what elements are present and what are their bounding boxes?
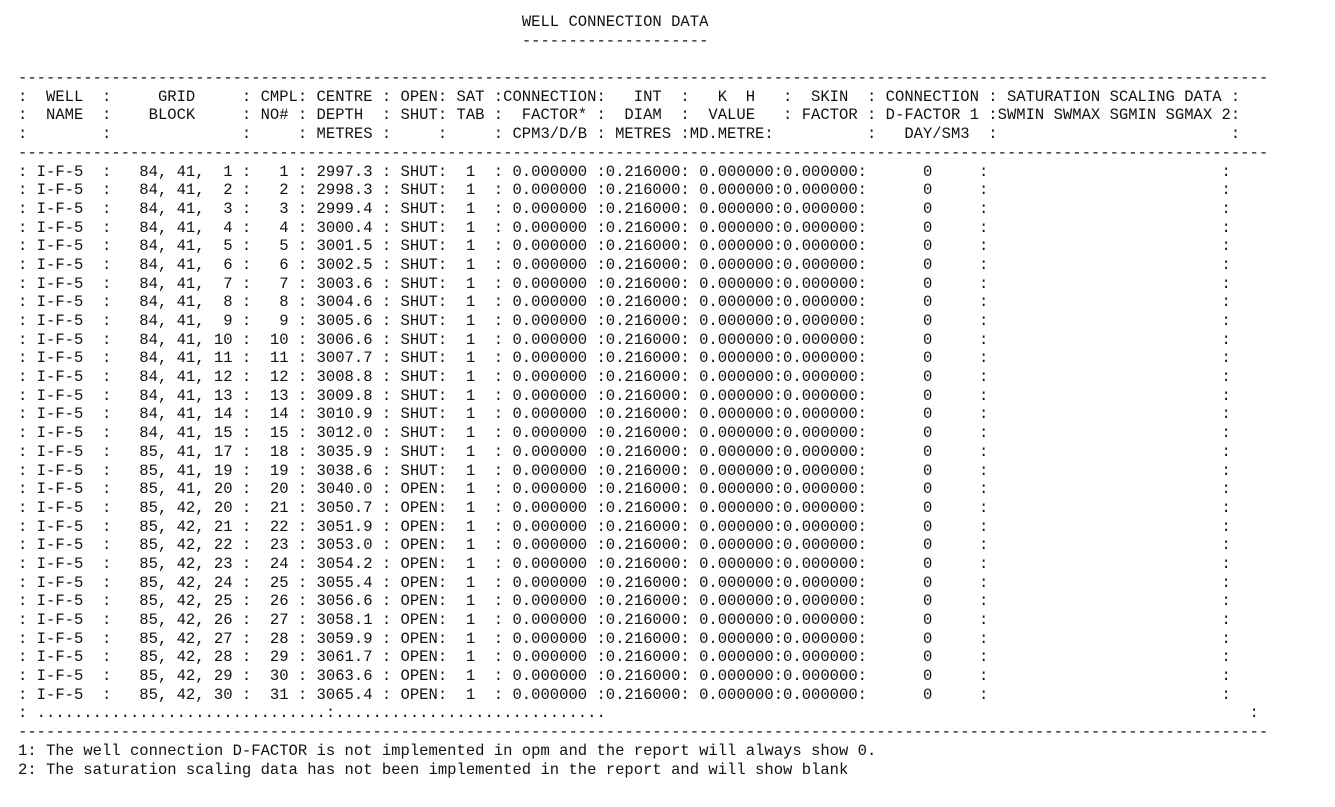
table-row: : I-F-5 : 85, 42, 21 : 22 : 3051.9 : OPE… (18, 517, 1231, 536)
table-row: : I-F-5 : 85, 41, 19 : 19 : 3038.6 : SHU… (18, 461, 1231, 480)
footnote-1: 1: The well connection D-FACTOR is not i… (18, 741, 877, 760)
table-row: : I-F-5 : 85, 42, 27 : 28 : 3059.9 : OPE… (18, 629, 1231, 648)
table-row: : I-F-5 : 84, 41, 6 : 6 : 3002.5 : SHUT:… (18, 255, 1231, 274)
table-row: : I-F-5 : 85, 42, 25 : 26 : 3056.6 : OPE… (18, 592, 1231, 611)
table-row: : I-F-5 : 84, 41, 8 : 8 : 3004.6 : SHUT:… (18, 293, 1231, 312)
table-row: : I-F-5 : 85, 42, 26 : 27 : 3058.1 : OPE… (18, 611, 1231, 629)
column-header-line-2: : NAME : BLOCK : NO# : DEPTH : SHUT: TAB… (18, 106, 1241, 125)
well-connection-report: WELL CONNECTION DATA -------------------… (18, 13, 1268, 779)
header-bottom-separator: ----------------------------------------… (18, 143, 1269, 162)
table-bottom-separator: ----------------------------------------… (18, 723, 1269, 742)
table-ellipsis-row: : ...............................:......… (18, 704, 1259, 723)
table-row: : I-F-5 : 85, 42, 22 : 23 : 3053.0 : OPE… (18, 536, 1231, 555)
table-row: : I-F-5 : 84, 41, 1 : 1 : 2997.3 : SHUT:… (18, 162, 1231, 181)
footnote-2: 2: The saturation scaling data has not b… (18, 760, 849, 779)
table-row: : I-F-5 : 85, 42, 23 : 24 : 3054.2 : OPE… (18, 554, 1231, 573)
table-row: : I-F-5 : 85, 42, 24 : 25 : 3055.4 : OPE… (18, 573, 1231, 592)
table-row: : I-F-5 : 85, 42, 20 : 21 : 3050.7 : OPE… (18, 498, 1231, 517)
table-row: : I-F-5 : 84, 41, 3 : 3 : 2999.4 : SHUT:… (18, 199, 1231, 218)
report-title-underline: -------------------- (521, 31, 709, 50)
table-row: : I-F-5 : 84, 41, 15 : 15 : 3012.0 : SHU… (18, 424, 1231, 443)
table-row: : I-F-5 : 84, 41, 11 : 11 : 3007.7 : SHU… (18, 349, 1231, 368)
column-header-line-1: : WELL : GRID : CMPL: CENTRE : OPEN: SAT… (18, 87, 1241, 106)
table-row: : I-F-5 : 84, 41, 9 : 9 : 3005.6 : SHUT:… (18, 312, 1231, 330)
table-row: : I-F-5 : 85, 41, 20 : 20 : 3040.0 : OPE… (18, 480, 1231, 499)
table-row: : I-F-5 : 85, 42, 28 : 29 : 3061.7 : OPE… (18, 648, 1231, 667)
column-header-line-3: : : : : METRES : : : CPM3/D/B : METRES :… (18, 125, 1241, 144)
report-title-underline-line: -------------------- (18, 32, 1268, 51)
table-row: : I-F-5 : 84, 41, 10 : 10 : 3006.6 : SHU… (18, 330, 1231, 349)
report-title-line: WELL CONNECTION DATA (18, 13, 1268, 32)
table-row: : I-F-5 : 84, 41, 12 : 12 : 3008.8 : SHU… (18, 368, 1231, 387)
table-row: : I-F-5 : 85, 42, 30 : 31 : 3065.4 : OPE… (18, 685, 1231, 704)
header-top-separator: ----------------------------------------… (18, 69, 1269, 88)
report-title: WELL CONNECTION DATA (521, 13, 709, 31)
table-row: : I-F-5 : 84, 41, 2 : 2 : 2998.3 : SHUT:… (18, 181, 1231, 200)
table-row: : I-F-5 : 84, 41, 4 : 4 : 3000.4 : SHUT:… (18, 218, 1231, 237)
table-row: : I-F-5 : 84, 41, 14 : 14 : 3010.9 : SHU… (18, 405, 1231, 424)
table-row: : I-F-5 : 85, 41, 17 : 18 : 3035.9 : SHU… (18, 442, 1231, 461)
table-row: : I-F-5 : 84, 41, 13 : 13 : 3009.8 : SHU… (18, 386, 1231, 405)
table-row: : I-F-5 : 84, 41, 7 : 7 : 3003.6 : SHUT:… (18, 274, 1231, 293)
table-row: : I-F-5 : 84, 41, 5 : 5 : 3001.5 : SHUT:… (18, 237, 1231, 256)
table-row: : I-F-5 : 85, 42, 29 : 30 : 3063.6 : OPE… (18, 667, 1231, 686)
